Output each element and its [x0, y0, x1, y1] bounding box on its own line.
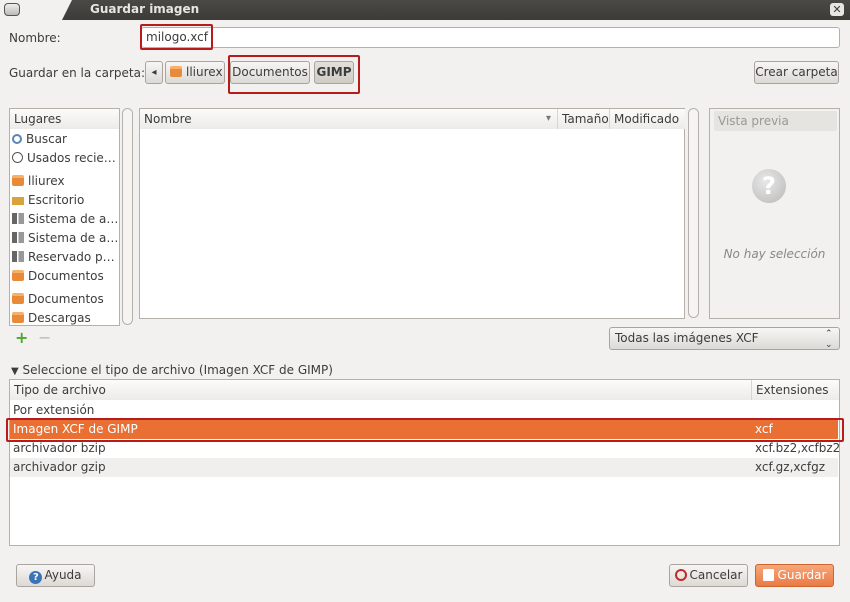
remove-place-icon[interactable]: −: [38, 328, 51, 347]
drive-icon: [12, 251, 24, 262]
column-filetype[interactable]: Tipo de archivo: [10, 380, 752, 400]
place-item-label: Sistema de a…: [28, 212, 119, 226]
filetype-name: Por extensión: [13, 403, 95, 417]
expander-arrow-icon: ▼: [11, 366, 19, 377]
place-item[interactable]: Reservado p…: [12, 248, 115, 267]
folder-label: Guardar en la carpeta:: [9, 66, 145, 80]
places-scrollbar[interactable]: [122, 108, 133, 325]
place-item-label: Usados recie…: [27, 151, 116, 165]
filetype-table: Tipo de archivo Extensiones Por extensió…: [9, 379, 840, 546]
name-input[interactable]: milogo.xcf: [141, 27, 840, 48]
file-list-panel[interactable]: Nombre ▾ Tamaño Modificado: [139, 108, 685, 319]
preview-title: Vista previa: [714, 111, 837, 131]
filetype-row[interactable]: Por extensión: [10, 401, 838, 420]
drive-icon: [12, 213, 24, 224]
preview-empty-text: No hay selección: [723, 247, 826, 261]
search-icon: [12, 134, 22, 144]
help-icon: ?: [29, 571, 43, 584]
desktop-icon: [12, 197, 24, 205]
place-item-label: Buscar: [26, 132, 67, 146]
folder-icon: [12, 312, 24, 323]
preview-panel: Vista previa ? No hay selección: [709, 108, 840, 319]
cancel-label: Cancelar: [689, 568, 743, 582]
folder-icon: [12, 270, 24, 281]
place-item[interactable]: lliurex: [12, 172, 65, 191]
filetype-extensions: xcf: [755, 422, 773, 436]
places-panel: Lugares Buscar Usados recie… lliurex Escrit…: [9, 108, 120, 326]
place-item-label: Sistema de a…: [28, 231, 119, 245]
path-button-lliurex[interactable]: lliurex: [165, 61, 225, 84]
column-name-label: Nombre: [144, 112, 192, 126]
sort-arrow-icon: ▾: [545, 113, 551, 124]
column-name[interactable]: Nombre ▾: [140, 109, 558, 129]
filetype-row[interactable]: archivador gzip xcf.gz,xcfgz: [10, 458, 838, 477]
drive-icon: [12, 232, 24, 243]
place-item[interactable]: Descargas: [12, 309, 91, 328]
title-bar: Guardar imagen ✕: [0, 0, 850, 20]
window-menu-button[interactable]: [4, 3, 20, 16]
help-label: Ayuda: [44, 568, 82, 582]
place-item[interactable]: Sistema de a…: [12, 210, 118, 229]
path-label: lliurex: [186, 65, 223, 79]
filetype-name: archivador bzip: [13, 441, 106, 455]
path-back-button[interactable]: ◂: [145, 61, 163, 84]
place-item-label: Escritorio: [28, 193, 85, 207]
place-item-label: Documentos: [28, 269, 104, 283]
place-item[interactable]: Documentos: [12, 290, 104, 309]
folder-icon: [12, 293, 24, 304]
window-title: Guardar imagen: [90, 2, 200, 16]
help-button[interactable]: ? Ayuda: [16, 564, 95, 587]
place-item[interactable]: Documentos: [12, 267, 104, 286]
name-label: Nombre:: [9, 31, 61, 45]
column-size[interactable]: Tamaño: [558, 109, 610, 129]
save-label: Guardar: [777, 568, 827, 582]
save-icon: [762, 569, 774, 581]
recent-icon: [12, 152, 23, 163]
place-item[interactable]: Buscar: [12, 130, 67, 149]
path-button-gimp[interactable]: GIMP: [314, 61, 354, 84]
home-folder-icon: [170, 66, 182, 77]
save-button[interactable]: Guardar: [755, 564, 834, 587]
add-place-icon[interactable]: +: [15, 328, 28, 347]
filetype-extensions: xcf.bz2,xcfbz2: [755, 441, 841, 455]
place-item-label: lliurex: [28, 174, 65, 188]
cancel-icon: [674, 569, 687, 581]
filetype-expander[interactable]: ▼ Seleccione el tipo de archivo (Imagen …: [11, 363, 333, 377]
file-filter-select[interactable]: Todas las imágenes XCF ⌃⌄: [609, 327, 840, 350]
place-item[interactable]: Escritorio: [12, 191, 84, 210]
files-scrollbar[interactable]: [688, 108, 699, 318]
place-item-label: Descargas: [28, 311, 91, 325]
filetype-name: Imagen XCF de GIMP: [13, 422, 138, 436]
expander-label: Seleccione el tipo de archivo (Imagen XC…: [22, 363, 333, 377]
question-mark-icon: ?: [752, 169, 786, 203]
column-extensions[interactable]: Extensiones: [752, 380, 839, 400]
place-item[interactable]: Usados recie…: [12, 149, 116, 168]
spin-arrows-icon: ⌃⌄: [825, 329, 833, 350]
filetype-name: archivador gzip: [13, 460, 106, 474]
column-modified[interactable]: Modificado: [610, 109, 685, 129]
close-icon[interactable]: ✕: [830, 3, 844, 16]
file-filter-value: Todas las imágenes XCF: [615, 331, 759, 345]
filetype-row[interactable]: archivador bzip xcf.bz2,xcfbz2: [10, 439, 841, 458]
filetype-extensions: xcf.gz,xcfgz: [755, 460, 826, 474]
filetype-row[interactable]: Imagen XCF de GIMP xcf: [10, 420, 838, 439]
path-button-documentos[interactable]: Documentos: [230, 61, 310, 84]
cancel-button[interactable]: Cancelar: [669, 564, 748, 587]
create-folder-button[interactable]: Crear carpeta: [754, 61, 839, 84]
place-item-label: Documentos: [28, 292, 104, 306]
place-item-label: Reservado p…: [28, 250, 115, 264]
home-folder-icon: [12, 175, 24, 186]
place-item[interactable]: Sistema de a…: [12, 229, 118, 248]
places-header[interactable]: Lugares: [10, 109, 119, 129]
